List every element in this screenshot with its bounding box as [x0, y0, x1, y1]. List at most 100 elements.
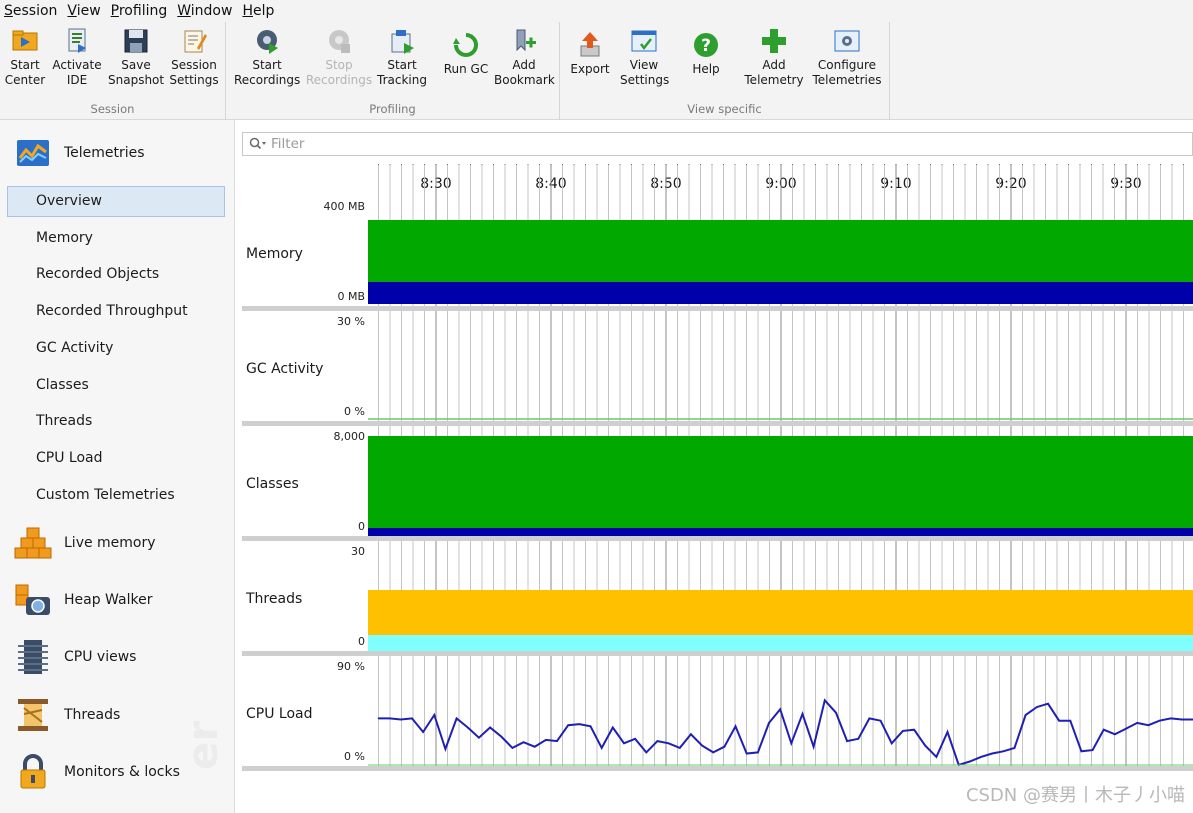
gc-activity-axis-min: 0 % — [344, 405, 365, 418]
menu-mnemonic: V — [67, 3, 77, 19]
cpu-load-axis-min: 0 % — [344, 750, 365, 763]
cpu-load-point — [969, 760, 971, 763]
cpu-load-point — [533, 745, 536, 748]
sidebar-section-monitors-locks[interactable]: Monitors & locks — [14, 753, 180, 791]
menu-session[interactable]: Session — [0, 3, 61, 19]
sidebar-section-cpu-views[interactable]: CPU views — [14, 638, 136, 676]
cpu-load-point — [388, 717, 391, 720]
filter-field[interactable] — [242, 132, 1193, 156]
cpu-load-point — [589, 725, 592, 728]
sidebar-item-threads[interactable]: Threads — [7, 406, 225, 437]
menu-label: ession — [12, 3, 58, 19]
menu-profiling[interactable]: Profiling — [107, 3, 172, 19]
sidebar-section-label: Heap Walker — [64, 592, 153, 608]
configure-telemetries-button[interactable]: Configure Telemetries — [810, 26, 884, 88]
sidebar-item-memory[interactable]: Memory — [7, 223, 225, 254]
cpu-load-point — [1058, 719, 1060, 722]
svg-text:?: ? — [701, 36, 711, 56]
view-settings-button[interactable]: View Settings — [620, 26, 669, 88]
gc-activity-chart[interactable] — [368, 311, 1193, 421]
classes-loaded-area — [368, 436, 1193, 528]
cpu-load-point — [612, 726, 614, 729]
save-snapshot-button[interactable]: Save Snapshot — [108, 26, 164, 88]
cpu-load-point — [1147, 724, 1150, 726]
cpu-load-point — [913, 728, 915, 731]
cpu-load-point — [645, 751, 648, 754]
cpu-load-point — [790, 742, 793, 745]
cpu-load-point — [801, 713, 804, 715]
filter-input[interactable] — [271, 136, 1071, 152]
sidebar-section-label: Telemetries — [64, 145, 145, 161]
cpu-load-point — [734, 725, 737, 728]
toolbar-group-view-specific: Export View Settings ? Help Add Telemetr… — [560, 22, 890, 120]
cpu-load-point — [600, 747, 603, 749]
save-icon — [124, 29, 148, 53]
export-button[interactable]: Export — [568, 30, 612, 77]
sidebar-item-gc-activity[interactable]: GC Activity — [7, 333, 225, 364]
sidebar-section-live-memory[interactable]: Live memory — [14, 524, 156, 562]
cpu-load-row-label: CPU Load — [246, 706, 313, 722]
cpu-load-point — [623, 742, 625, 745]
memory-chart[interactable] — [368, 165, 1193, 306]
search-icon — [249, 137, 266, 150]
sidebar-section-telemetries[interactable]: Telemetries — [14, 134, 145, 172]
cpu-load-point — [545, 739, 547, 741]
threads-icon — [18, 699, 48, 731]
start-tracking-button[interactable]: Start Tracking — [376, 26, 428, 88]
toolbar-group-label-profiling: Profiling — [369, 102, 416, 116]
menu-window[interactable]: Window — [173, 3, 236, 19]
activate-ide-button[interactable]: Activate IDE — [50, 26, 104, 88]
sidebar-item-recorded-objects[interactable]: Recorded Objects — [7, 259, 225, 290]
cpu-load-point — [1181, 718, 1183, 721]
start-center-button[interactable]: Start Center — [4, 26, 46, 88]
cpu-load-point — [1080, 750, 1083, 753]
cpu-load-point — [511, 747, 514, 749]
cpu-load-line — [378, 698, 1193, 766]
cpu-load-point — [1125, 727, 1127, 730]
cpu-load-point — [1036, 706, 1038, 708]
cpu-load-point — [946, 731, 949, 733]
threads-axis-max: 30 — [351, 545, 365, 558]
cpu-load-point — [991, 752, 993, 755]
classes-chart[interactable] — [368, 426, 1193, 536]
cpu-load-point — [522, 741, 525, 743]
threads-chart[interactable] — [368, 541, 1193, 651]
sidebar-item-cpu-load[interactable]: CPU Load — [7, 443, 225, 474]
gc-activity-axis-max: 30 % — [337, 315, 365, 328]
gc-activity-row-label: GC Activity — [246, 361, 324, 377]
sidebar-section-label: Monitors & locks — [64, 764, 180, 780]
cpu-load-chart[interactable] — [368, 656, 1193, 766]
menu-view[interactable]: View — [63, 3, 104, 19]
sidebar-section-threads[interactable]: Threads — [14, 696, 120, 734]
toolbar-group-label-view-specific: View specific — [687, 102, 762, 116]
cpu-load-point — [779, 708, 781, 711]
start-recordings-button[interactable]: Start Recordings — [234, 26, 300, 88]
classes-axis-max: 8,000 — [333, 430, 366, 443]
cpu-load-point — [1169, 717, 1172, 720]
cpu-load-point — [757, 751, 759, 754]
run-gc-button[interactable]: Run GC — [440, 30, 492, 77]
cpu-load-point — [712, 751, 714, 754]
add-bookmark-button[interactable]: Add Bookmark — [494, 26, 555, 88]
help-button[interactable]: ? Help — [680, 30, 732, 77]
cpu-load-point — [1091, 749, 1094, 751]
session-settings-button[interactable]: Session Settings — [168, 26, 220, 88]
sidebar-item-custom-telemetries[interactable]: Custom Telemetries — [7, 480, 225, 511]
start-recordings-icon — [257, 30, 278, 54]
sidebar-item-overview[interactable]: Overview — [7, 186, 225, 217]
sidebar-section-heap-walker[interactable]: Heap Walker — [14, 581, 152, 619]
export-icon — [580, 32, 600, 57]
menu-label: elp — [252, 3, 275, 19]
add-telemetry-button[interactable]: Add Telemetry — [742, 26, 806, 88]
cpu-load-point — [422, 731, 424, 733]
sidebar-section-label: Live memory — [64, 535, 156, 551]
cpu-load-point — [879, 719, 882, 722]
threads-row-label: Threads — [246, 591, 303, 607]
sidebar-item-recorded-throughput[interactable]: Recorded Throughput — [7, 296, 225, 327]
help-icon: ? — [694, 33, 718, 57]
stop-recordings-button[interactable]: Stop Recordings — [304, 26, 374, 88]
cpu-load-point — [690, 733, 692, 736]
sidebar-item-classes[interactable]: Classes — [7, 370, 225, 401]
cpu-load-point — [868, 717, 871, 720]
menu-help[interactable]: Help — [238, 3, 278, 19]
